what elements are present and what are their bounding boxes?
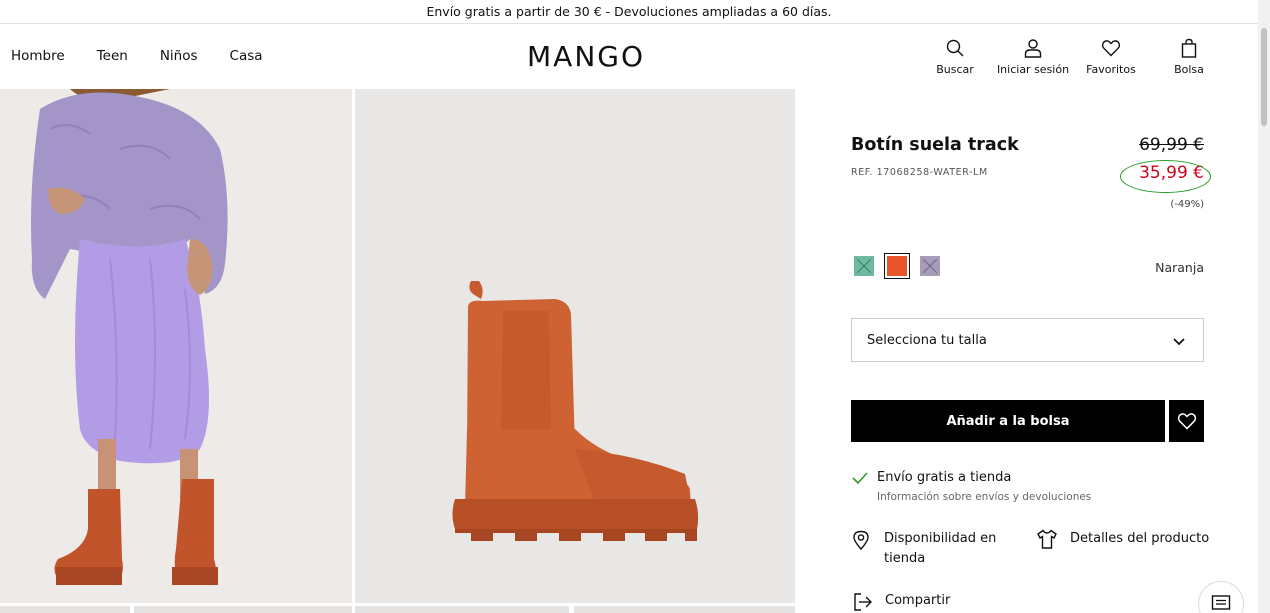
gallery-thumbnails [0, 606, 795, 613]
color-swatch-naranja[interactable] [887, 256, 907, 276]
product-image-boot[interactable] [355, 89, 795, 603]
search-button[interactable]: Buscar [915, 38, 995, 76]
product-image-model[interactable] [0, 89, 352, 603]
size-select-placeholder: Selecciona tu talla [867, 332, 987, 348]
store-availability-link[interactable]: Disponibilidad en tienda [884, 529, 996, 569]
favorites-label: Favoritos [1086, 63, 1136, 76]
heart-icon [1177, 413, 1196, 430]
shipping-info-link[interactable]: Información sobre envíos y devoluciones [877, 491, 1091, 503]
thumbnail[interactable] [134, 606, 352, 613]
share-link[interactable]: Compartir [885, 591, 950, 611]
login-button[interactable]: Iniciar sesión [993, 38, 1073, 76]
tshirt-icon [1037, 529, 1057, 549]
favorites-button[interactable]: Favoritos [1071, 38, 1151, 76]
add-to-favorites-button[interactable] [1169, 400, 1204, 442]
thumbnail[interactable] [355, 606, 569, 613]
product-reference: REF. 17068258-WATER-LM [851, 167, 988, 178]
thumbnail[interactable] [0, 606, 130, 613]
nav-item-teen[interactable]: Teen [97, 48, 128, 64]
chat-icon [1211, 595, 1231, 610]
chat-button[interactable] [1198, 581, 1244, 613]
main-nav: Hombre Teen Niños Casa [11, 48, 295, 64]
header-actions: Buscar Iniciar sesión Favoritos Bolsa [920, 38, 1220, 82]
bag-icon [1181, 38, 1197, 58]
availability-line-2: tienda [884, 551, 926, 566]
unavailable-cross-icon [856, 258, 872, 274]
bag-button[interactable]: Bolsa [1149, 38, 1229, 76]
bag-label: Bolsa [1174, 63, 1204, 76]
product-details-link[interactable]: Detalles del producto [1070, 529, 1209, 549]
color-swatch-teal[interactable] [854, 256, 874, 276]
availability-line-1: Disponibilidad en [884, 531, 997, 546]
check-icon [852, 472, 868, 485]
site-header: Hombre Teen Niños Casa MANGO Buscar Inic… [0, 25, 1258, 89]
promo-banner: Envío gratis a partir de 30 € - Devoluci… [0, 0, 1258, 24]
unavailable-cross-icon [922, 258, 938, 274]
add-to-bag-button[interactable]: Añadir a la bolsa [851, 400, 1165, 442]
share-icon [854, 593, 872, 611]
discount-badge: (-49%) [1170, 199, 1204, 210]
search-label: Buscar [936, 63, 974, 76]
thumbnail[interactable] [574, 606, 795, 613]
heart-icon [1101, 40, 1121, 57]
product-title: Botín suela track [851, 135, 1019, 155]
boot-illustration [355, 89, 795, 603]
scrollbar-thumb[interactable] [1261, 28, 1267, 126]
original-price: 69,99 € [1139, 135, 1204, 155]
shipping-title: Envío gratis a tienda [877, 470, 1012, 485]
add-to-bag-label: Añadir a la bolsa [946, 413, 1070, 429]
promo-text: Envío gratis a partir de 30 € - Devoluci… [426, 4, 832, 19]
nav-item-ninos[interactable]: Niños [160, 48, 198, 64]
model-illustration [0, 89, 352, 603]
chevron-down-icon [1173, 338, 1185, 346]
login-label: Iniciar sesión [996, 63, 1070, 76]
svg-text:MANGO: MANGO [527, 40, 645, 73]
nav-item-casa[interactable]: Casa [230, 48, 263, 64]
size-select[interactable]: Selecciona tu talla [851, 318, 1204, 362]
search-icon [946, 39, 964, 57]
user-icon [1024, 39, 1042, 58]
location-pin-icon [853, 530, 869, 551]
selected-color-name: Naranja [1155, 260, 1204, 275]
nav-item-hombre[interactable]: Hombre [11, 48, 65, 64]
price-highlight-circle [1120, 160, 1211, 193]
color-swatch-lilac[interactable] [920, 256, 940, 276]
mango-logo[interactable]: MANGO [515, 39, 657, 73]
